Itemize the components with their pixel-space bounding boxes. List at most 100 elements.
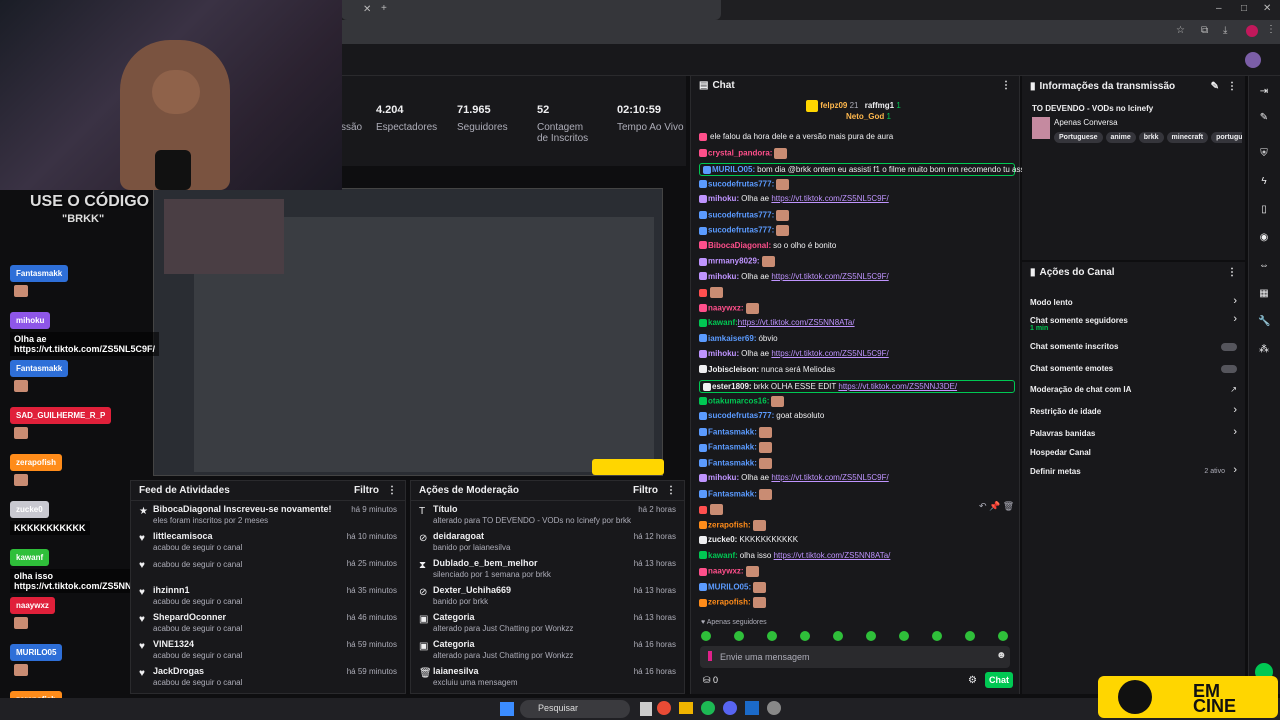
chat-message[interactable]: Fantasmakk: bbox=[699, 426, 772, 438]
emote-slot-icon[interactable] bbox=[899, 631, 909, 641]
action-modera-o-de-chat-com-ia[interactable]: Moderação de chat com IA bbox=[1030, 385, 1131, 394]
feed-row[interactable]: ♥ acabou de seguir o canal há 25 minutos bbox=[131, 555, 405, 582]
emote-slot-icon[interactable] bbox=[767, 631, 777, 641]
category-name[interactable]: Apenas Conversa bbox=[1054, 118, 1118, 127]
chat-link[interactable]: https://vt.tiktok.com/ZS5NN8ATa/ bbox=[774, 551, 891, 560]
tag-chip[interactable]: português bbox=[1211, 132, 1242, 143]
toggle-switch[interactable] bbox=[1221, 365, 1237, 373]
emote-slot-icon[interactable] bbox=[701, 631, 711, 641]
chat-message[interactable]: iamkaiser69: óbvio bbox=[699, 334, 778, 343]
chat-message[interactable]: crystal_pandora: bbox=[699, 147, 788, 159]
action-restri-o-de-idade[interactable]: Restrição de idade bbox=[1030, 407, 1101, 416]
chat-link[interactable]: https://vt.tiktok.com/ZS5NL5C9F/ bbox=[771, 349, 888, 358]
chat-username[interactable]: MURILO05: bbox=[712, 165, 755, 174]
discord-icon[interactable] bbox=[723, 701, 737, 715]
chat-message[interactable]: Fantasmakk: bbox=[699, 442, 772, 453]
chat-username[interactable]: sucodefrutas777: bbox=[708, 411, 774, 420]
profile-avatar[interactable] bbox=[1246, 25, 1258, 37]
window-close-icon[interactable]: ✕ bbox=[1263, 3, 1271, 14]
chat-username[interactable]: sucodefrutas777: bbox=[708, 226, 774, 235]
chat-message[interactable]: MURILO05: bbox=[699, 581, 767, 593]
browser-tab[interactable] bbox=[341, 0, 721, 20]
chat-message[interactable]: naaywxz: bbox=[699, 302, 759, 314]
action-chat-somente-emotes[interactable]: Chat somente emotes bbox=[1030, 364, 1113, 373]
chevron-right-icon[interactable]: › bbox=[1233, 404, 1237, 416]
close-tab-icon[interactable]: ✕ bbox=[363, 4, 371, 15]
chat-message[interactable]: Jobiscleison: nunca será Meliodas bbox=[699, 365, 835, 374]
emote-slot-icon[interactable] bbox=[998, 631, 1008, 641]
chat-message[interactable]: sucodefrutas777: bbox=[699, 209, 790, 221]
chat-message[interactable]: kawanf: olha isso https://vt.tiktok.com/Z… bbox=[699, 551, 890, 560]
chat-message[interactable]: sucodefrutas777: bbox=[699, 178, 790, 190]
lightning-icon[interactable]: ϟ bbox=[1258, 176, 1270, 188]
new-tab-icon[interactable]: + bbox=[381, 3, 387, 14]
speech-icon[interactable]: ◉ bbox=[1258, 232, 1270, 244]
chat-username[interactable]: zerapofish: bbox=[708, 598, 751, 607]
leader-3[interactable]: Neto_God bbox=[846, 112, 884, 121]
chat-username[interactable]: Fantasmakk: bbox=[708, 458, 757, 467]
chat-username[interactable]: MURILO05: bbox=[708, 582, 751, 591]
mod-filter-button[interactable]: Filtro bbox=[633, 485, 658, 496]
chat-message[interactable]: zucke0: KKKKKKKKKKK bbox=[699, 535, 798, 544]
address-bar[interactable]: ☆ ⧉ ⤓ ⋮ bbox=[341, 20, 1280, 44]
chat-message[interactable]: ester1809: brkk OLHA ESSE EDIT https://vt… bbox=[699, 380, 1015, 393]
windows-start-icon[interactable] bbox=[500, 702, 514, 716]
chat-username[interactable]: zucke0: bbox=[708, 535, 737, 544]
chat-username[interactable]: kawanf: bbox=[708, 318, 738, 327]
pen-tool-icon[interactable]: ✎ bbox=[1258, 112, 1270, 124]
mod-row[interactable]: ▣ Categoria alterado para Just Chatting po… bbox=[411, 636, 684, 663]
chat-username[interactable]: mihoku: bbox=[708, 272, 739, 281]
mod-row[interactable]: ⧗ Dublado_e_bem_melhor silenciado por 1 se… bbox=[411, 555, 684, 582]
chat-message[interactable]: MURILO05: bom dia @brkk ontem eu assisti … bbox=[699, 163, 1037, 176]
action-modo-lento[interactable]: Modo lento bbox=[1030, 298, 1073, 307]
action-chat-somente-seguidores[interactable]: Chat somente seguidores 1 min bbox=[1030, 316, 1128, 332]
user-avatar[interactable] bbox=[1245, 52, 1261, 68]
action-definir-metas[interactable]: Definir metas bbox=[1030, 467, 1081, 476]
chat-link[interactable]: https://vt.tiktok.com/ZS5NNJ3DE/ bbox=[838, 382, 957, 391]
chat-message[interactable]: mihoku: Olha ae https://vt.tiktok.com/ZS5… bbox=[699, 349, 889, 358]
external-link-icon[interactable]: ↗ bbox=[1230, 385, 1237, 394]
chat-message[interactable] bbox=[699, 287, 723, 298]
toggle-switch[interactable] bbox=[1221, 343, 1237, 351]
chat-send-button[interactable]: Chat bbox=[985, 672, 1013, 688]
chevron-right-icon[interactable]: › bbox=[1233, 426, 1237, 438]
collapse-icon[interactable]: ⇥ bbox=[1258, 86, 1270, 98]
chevron-right-icon[interactable]: › bbox=[1233, 464, 1237, 476]
chat-message[interactable]: zerapofish: bbox=[699, 597, 766, 608]
chat-message[interactable]: mihoku: Olha ae https://vt.tiktok.com/ZS5… bbox=[699, 194, 889, 203]
leader-2[interactable]: raffmg1 bbox=[865, 101, 894, 110]
delete-icon[interactable]: 🗑 bbox=[1003, 501, 1014, 511]
chat-message[interactable]: naaywxz: bbox=[699, 566, 759, 577]
chat-username[interactable]: ester1809: bbox=[712, 382, 752, 391]
chat-username[interactable]: mihoku: bbox=[708, 194, 739, 203]
bookmark-star-icon[interactable]: ☆ bbox=[1176, 25, 1185, 36]
maximize-icon[interactable]: □ bbox=[1241, 3, 1247, 14]
chat-username[interactable]: mrmany8029: bbox=[708, 257, 760, 266]
chat-settings-icon[interactable]: ⚙ bbox=[968, 675, 977, 686]
chat-link[interactable]: https://vt.tiktok.com/ZS5NL5C9F/ bbox=[771, 194, 888, 203]
tag-chip[interactable]: minecraft bbox=[1166, 132, 1209, 143]
wrench-icon[interactable]: 🔧 bbox=[1258, 316, 1270, 328]
chat-username[interactable]: mihoku: bbox=[708, 349, 739, 358]
chat-link[interactable]: https://vt.tiktok.com/ZS5NL5C9F/ bbox=[771, 473, 888, 482]
mod-row[interactable]: ⊘ Dexter_Uchiha669 banido por brkk há 13 ho… bbox=[411, 582, 684, 609]
extensions-icon[interactable]: ⧉ bbox=[1201, 25, 1208, 36]
chat-username[interactable]: crystal_pandora: bbox=[708, 148, 772, 157]
points-icon[interactable]: ⛁ 0 bbox=[703, 675, 718, 686]
actions-menu-icon[interactable]: ⋮ bbox=[1227, 267, 1237, 278]
edit-icon[interactable]: ✎ bbox=[1211, 81, 1219, 92]
chat-input[interactable]: Envie uma mensagem bbox=[700, 646, 1010, 668]
chat-username[interactable]: otakumarcos16: bbox=[708, 396, 769, 405]
chat-username[interactable]: Fantasmakk: bbox=[708, 427, 757, 436]
feed-row[interactable]: ♥ VINE1324 acabou de seguir o canal há 59 m… bbox=[131, 636, 405, 663]
chat-username[interactable]: mihoku: bbox=[708, 473, 739, 482]
chat-username[interactable]: iamkaiser69: bbox=[708, 334, 756, 343]
arrows-icon[interactable]: ⇔ bbox=[1258, 260, 1270, 272]
chat-username[interactable]: BibocaDiagonal: bbox=[708, 241, 771, 250]
emote-slot-icon[interactable] bbox=[734, 631, 744, 641]
mod-row[interactable]: T Título alterado para TO DEVENDO - VODs n… bbox=[411, 501, 684, 528]
action-chat-somente-inscritos[interactable]: Chat somente inscritos bbox=[1030, 342, 1118, 351]
chat-username[interactable]: Jobiscleison: bbox=[708, 365, 759, 374]
chat-message[interactable]: BibocaDiagonal: so o olho é bonito bbox=[699, 241, 836, 250]
chevron-right-icon[interactable]: › bbox=[1233, 295, 1237, 307]
